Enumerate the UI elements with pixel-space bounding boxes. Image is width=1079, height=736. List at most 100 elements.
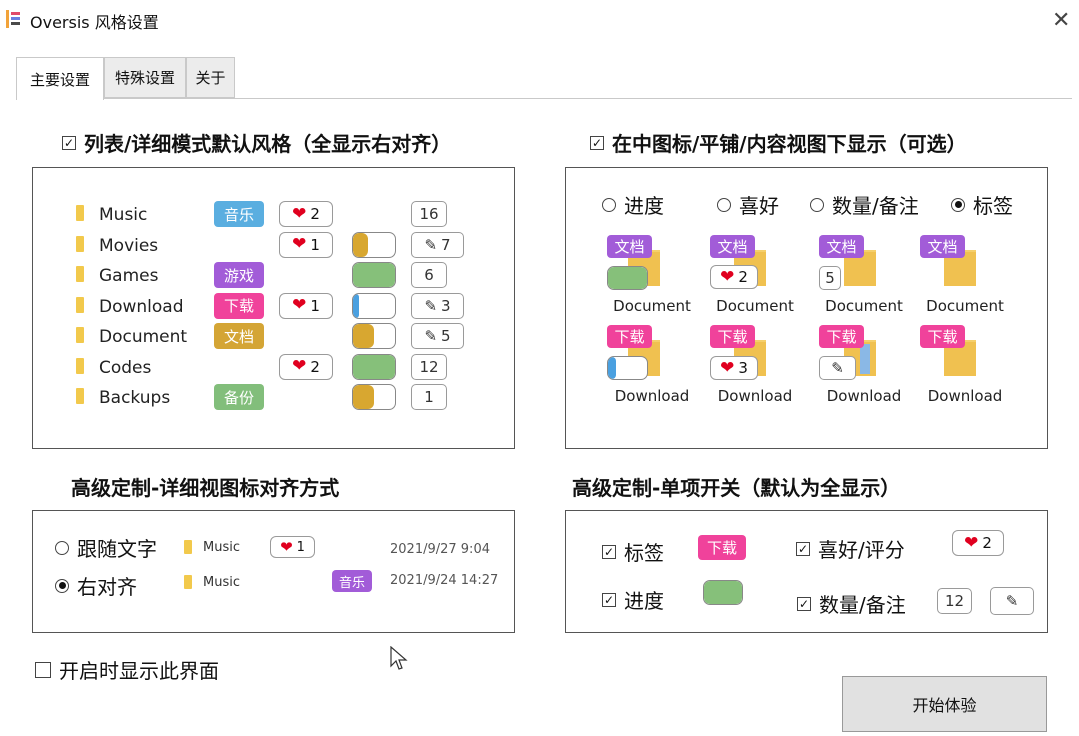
tag-badge: 音乐 bbox=[214, 201, 264, 227]
likes-count: 1 bbox=[310, 235, 320, 254]
likes-badge: ❤ 2 bbox=[952, 530, 1004, 556]
heart-icon: ❤ bbox=[292, 356, 307, 376]
likes-count: 2 bbox=[310, 357, 320, 376]
heart-icon: ❤ bbox=[292, 234, 307, 254]
note-badge: ✎ bbox=[819, 356, 856, 380]
section-list-style-label: 列表/详细模式默认风格（全显示右对齐） bbox=[84, 132, 452, 156]
show-on-start-label: 开启时显示此界面 bbox=[59, 659, 219, 683]
folder-icon bbox=[76, 357, 84, 374]
checkbox-count-note[interactable]: ✓ bbox=[797, 596, 811, 611]
section-align-label: 高级定制-详细视图标对齐方式 bbox=[71, 476, 340, 500]
toggle-progress[interactable]: ✓ 进度 bbox=[602, 585, 664, 614]
likes-badge: ❤ 1 bbox=[279, 231, 333, 258]
folder-icon bbox=[184, 540, 192, 554]
checkbox-show-on-start[interactable] bbox=[35, 661, 51, 678]
note-badge: ✎ bbox=[990, 587, 1034, 615]
pencil-icon: ✎ bbox=[424, 327, 438, 345]
count-value: 16 bbox=[419, 205, 439, 223]
likes-count: 1 bbox=[296, 539, 305, 555]
radio-right-align[interactable]: 右对齐 bbox=[55, 571, 137, 600]
tag-document: 文档 bbox=[607, 235, 652, 258]
progress-bar bbox=[703, 580, 743, 605]
toggle-count-note[interactable]: ✓ 数量/备注 bbox=[797, 589, 906, 618]
count-value: 5 bbox=[441, 327, 451, 345]
note-count-badge: ✎ 3 bbox=[411, 292, 464, 319]
tab-main-settings[interactable]: 主要设置 bbox=[16, 57, 104, 100]
progress-bar bbox=[607, 356, 648, 380]
radio-tag-label: 标签 bbox=[973, 194, 1013, 218]
count-value: 1 bbox=[424, 388, 434, 406]
likes-count: 2 bbox=[738, 268, 748, 286]
count-badge: 16 bbox=[411, 201, 447, 227]
radio-count-note-label: 数量/备注 bbox=[832, 194, 919, 218]
radio-progress[interactable]: 进度 bbox=[602, 190, 664, 219]
date-modified: 2021/9/27 9:04 bbox=[390, 542, 490, 557]
count-value: 6 bbox=[424, 266, 434, 284]
close-icon[interactable]: ✕ bbox=[1052, 8, 1070, 33]
count-value: 3 bbox=[441, 296, 451, 315]
likes-count: 2 bbox=[982, 534, 992, 552]
section-icon-view-title[interactable]: ✓ 在中图标/平铺/内容视图下显示（可选） bbox=[590, 128, 967, 157]
heart-icon: ❤ bbox=[720, 266, 735, 287]
checkbox-tag[interactable]: ✓ bbox=[602, 544, 616, 559]
toggle-count-note-label: 数量/备注 bbox=[819, 593, 906, 617]
tag-download: 下载 bbox=[710, 325, 755, 348]
radio-favorite-circle[interactable] bbox=[717, 197, 731, 212]
likes-count: 2 bbox=[310, 205, 320, 223]
radio-tag-circle[interactable] bbox=[951, 197, 965, 212]
checkbox-icon-view[interactable]: ✓ bbox=[590, 135, 604, 150]
checkbox-list-style[interactable]: ✓ bbox=[62, 135, 76, 150]
count-badge: 6 bbox=[411, 262, 447, 288]
toggle-tag-label: 标签 bbox=[624, 541, 664, 565]
section-list-style-title[interactable]: ✓ 列表/详细模式默认风格（全显示右对齐） bbox=[62, 128, 451, 157]
heart-icon: ❤ bbox=[292, 295, 307, 315]
progress-bar bbox=[352, 262, 396, 288]
heart-icon: ❤ bbox=[292, 203, 307, 224]
radio-tag[interactable]: 标签 bbox=[951, 190, 1013, 219]
checkbox-favorite[interactable]: ✓ bbox=[796, 541, 810, 556]
pencil-icon: ✎ bbox=[1005, 592, 1019, 610]
tab-about[interactable]: 关于 bbox=[186, 57, 235, 98]
note-count-badge: ✎ 5 bbox=[411, 323, 464, 349]
section-align-title: 高级定制-详细视图标对齐方式 bbox=[71, 472, 339, 501]
section-toggles-label: 高级定制-单项开关（默认为全显示） bbox=[572, 476, 901, 500]
folder-label: Document bbox=[825, 297, 903, 315]
mouse-cursor-icon bbox=[390, 646, 408, 670]
folder-label: Download bbox=[826, 387, 902, 405]
count-badge: 1 bbox=[411, 384, 447, 410]
window-title: Oversis 风格设置 bbox=[30, 13, 159, 32]
progress-bar bbox=[352, 353, 396, 380]
section-icon-view-label: 在中图标/平铺/内容视图下显示（可选） bbox=[612, 132, 967, 156]
progress-bar bbox=[352, 384, 396, 410]
radio-progress-circle[interactable] bbox=[602, 197, 616, 212]
radio-right-align-label: 右对齐 bbox=[77, 575, 137, 599]
tab-special-settings[interactable]: 特殊设置 bbox=[104, 57, 186, 98]
progress-bar bbox=[352, 231, 396, 258]
toggle-tag[interactable]: ✓ 标签 bbox=[602, 537, 664, 566]
radio-favorite[interactable]: 喜好 bbox=[717, 190, 779, 219]
count-badge: 5 bbox=[819, 266, 841, 290]
pencil-icon: ✎ bbox=[424, 235, 438, 254]
heart-icon: ❤ bbox=[720, 357, 735, 378]
folder-label: Download bbox=[717, 387, 793, 405]
radio-count-note[interactable]: 数量/备注 bbox=[810, 190, 919, 219]
folder-label: Download bbox=[927, 387, 1003, 405]
folder-icon bbox=[76, 266, 84, 282]
radio-right-align-circle[interactable] bbox=[55, 578, 69, 593]
folder-icon bbox=[76, 205, 84, 221]
likes-badge: ❤ 1 bbox=[279, 292, 333, 319]
likes-badge: ❤ 3 bbox=[710, 356, 758, 380]
start-button[interactable]: 开始体验 bbox=[842, 676, 1047, 732]
folder-icon bbox=[76, 327, 84, 343]
checkbox-progress[interactable]: ✓ bbox=[602, 592, 616, 607]
toggle-favorite-label: 喜好/评分 bbox=[818, 538, 905, 562]
count-badge: 12 bbox=[937, 588, 972, 614]
folder-icon bbox=[76, 388, 84, 404]
item-name: Document bbox=[99, 327, 188, 347]
radio-follow-text-circle[interactable] bbox=[55, 540, 69, 555]
radio-follow-text[interactable]: 跟随文字 bbox=[55, 533, 157, 562]
show-on-start[interactable]: 开启时显示此界面 bbox=[35, 655, 219, 684]
toggle-favorite[interactable]: ✓ 喜好/评分 bbox=[796, 534, 905, 563]
folder-icon bbox=[184, 575, 192, 589]
radio-count-note-circle[interactable] bbox=[810, 197, 824, 212]
